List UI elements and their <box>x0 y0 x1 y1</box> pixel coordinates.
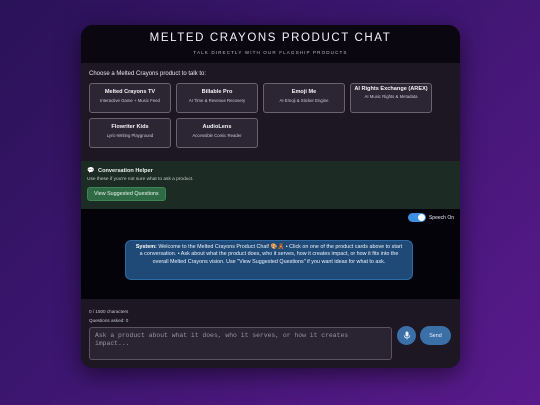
product-prompt: Choose a Melted Crayons product to talk … <box>89 71 207 77</box>
product-desc: AI Emoji & Sticker Engine <box>279 98 329 103</box>
app-title: MELTED CRAYONS PRODUCT CHAT <box>149 32 392 44</box>
speech-toggle[interactable] <box>407 213 426 222</box>
product-card-melted-crayons-tv[interactable]: Melted Crayons TV Interactive Game + Mus… <box>89 83 171 113</box>
send-button[interactable]: Send <box>420 326 451 345</box>
product-card-billable-pro[interactable]: Billable Pro AI Time & Revenue Recovery <box>176 83 258 113</box>
chat-area: Speech On System: Welcome to the Melted … <box>81 209 460 299</box>
product-desc: Lyric-Writing Playground <box>106 133 154 138</box>
product-name: Emoji Me <box>291 89 317 95</box>
helper-hint: Use these if you're not sure what to ask… <box>87 177 194 182</box>
product-grid: Melted Crayons TV Interactive Game + Mus… <box>89 83 452 148</box>
speech-bubble-icon: 💬 <box>87 168 95 174</box>
product-card-flowriter-kids[interactable]: Flowriter Kids Lyric-Writing Playground <box>89 118 171 148</box>
product-name: AI Rights Exchange (AREX) <box>354 86 428 92</box>
view-suggested-questions-button[interactable]: View Suggested Questions <box>87 187 166 201</box>
helper-title: Conversation Helper <box>98 168 153 174</box>
system-message: System: Welcome to the Melted Crayons Pr… <box>125 240 413 280</box>
app-subtitle: TALK DIRECTLY WITH OUR FLAGSHIP PRODUCTS <box>193 50 348 55</box>
message-text: Welcome to the Melted Crayons Product Ch… <box>139 244 403 265</box>
product-desc: Accessible Comic Reader <box>192 133 242 138</box>
product-desc: Interactive Game + Music Feed <box>100 98 160 103</box>
message-sender: System: <box>135 244 157 250</box>
microphone-icon <box>403 331 410 340</box>
message-input[interactable] <box>89 327 392 360</box>
product-desc: AI Time & Revenue Recovery <box>188 98 246 103</box>
helper-title-row: 💬 Conversation Helper <box>87 167 454 174</box>
character-count: 0 / 1500 characters <box>89 309 129 314</box>
composer: 0 / 1500 characters Questions asked: 0 S… <box>81 299 460 368</box>
product-name: Billable Pro <box>201 89 233 95</box>
chat-app-window: MELTED CRAYONS PRODUCT CHAT TALK DIRECTL… <box>81 25 460 368</box>
product-name: Melted Crayons TV <box>104 89 156 95</box>
speech-label: Speech On <box>428 214 454 221</box>
speech-toggle-row: Speech On <box>407 213 454 222</box>
product-name: Flowriter Kids <box>111 124 149 130</box>
product-card-audiolens[interactable]: AudioLens Accessible Comic Reader <box>176 118 258 148</box>
product-name: AudioLens <box>202 124 232 130</box>
app-header: MELTED CRAYONS PRODUCT CHAT TALK DIRECTL… <box>81 25 460 63</box>
toggle-knob <box>417 214 425 221</box>
product-card-arex[interactable]: AI Rights Exchange (AREX) AI Music Right… <box>350 83 432 113</box>
conversation-helper: 💬 Conversation Helper Use these if you'r… <box>81 161 460 209</box>
questions-asked-count: Questions asked: 0 <box>89 318 129 323</box>
microphone-button[interactable] <box>397 326 416 345</box>
product-card-emoji-me[interactable]: Emoji Me AI Emoji & Sticker Engine <box>263 83 345 113</box>
product-selector: Choose a Melted Crayons product to talk … <box>81 63 460 161</box>
product-desc: AI Music Rights & Metadata <box>364 94 418 99</box>
